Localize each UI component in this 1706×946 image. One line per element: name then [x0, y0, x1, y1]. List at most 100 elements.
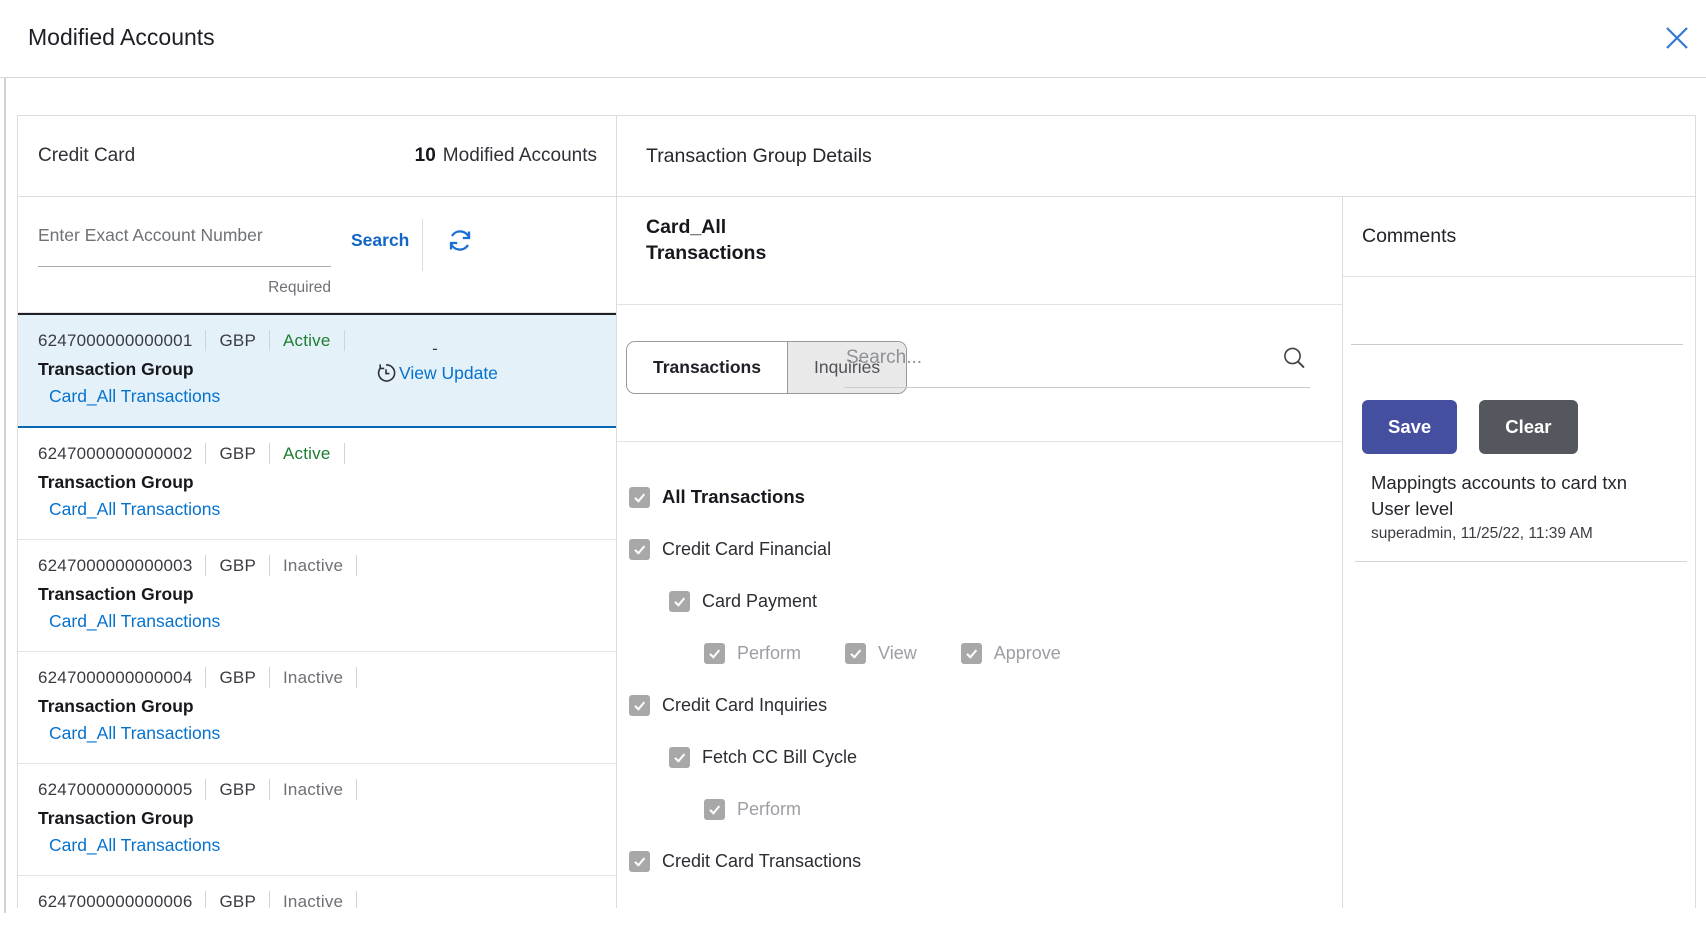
close-icon[interactable] [1662, 24, 1692, 54]
account-summary-row: 6247000000000003 GBP Inactive [38, 555, 616, 576]
checkbox-checked[interactable] [961, 643, 982, 664]
account-number: 6247000000000006 [38, 892, 192, 909]
account-list-item[interactable]: 6247000000000006 GBP Inactive [18, 876, 616, 908]
account-list-item[interactable]: 6247000000000001 GBP Active Transaction … [18, 313, 616, 428]
separator [356, 555, 357, 576]
details-panel-title: Transaction Group Details [617, 116, 1695, 196]
separator [356, 667, 357, 688]
comment-text: Mappingts accounts to card txn User leve… [1371, 470, 1629, 522]
account-list-item[interactable]: 6247000000000002 GBP Active Transaction … [18, 428, 616, 540]
count-label: Modified Accounts [443, 145, 597, 166]
modified-accounts-card: Credit Card 10Modified Accounts Transact… [17, 115, 1696, 908]
account-list: 6247000000000001 GBP Active Transaction … [18, 313, 616, 908]
group-name: Card_All Transactions [646, 214, 781, 266]
search-button[interactable]: Search [351, 230, 409, 251]
account-number: 6247000000000005 [38, 780, 192, 800]
transaction-group-link[interactable]: Card_All Transactions [49, 386, 220, 407]
checkbox-checked[interactable] [629, 695, 650, 716]
separator [269, 555, 270, 576]
account-currency: GBP [219, 556, 256, 576]
tree-row: Card Payment [629, 591, 1342, 612]
save-button[interactable]: Save [1362, 400, 1457, 454]
account-type-header: Credit Card 10Modified Accounts [18, 116, 617, 196]
history-clock-icon [374, 361, 398, 385]
comment-meta: superadmin, 11/25/22, 11:39 AM [1371, 525, 1687, 543]
account-number-input[interactable] [38, 225, 331, 267]
comments-panel: Comments Save Clear Mappingts accounts t… [1343, 197, 1695, 908]
clear-button[interactable]: Clear [1479, 400, 1577, 454]
transaction-group-link[interactable]: Card_All Transactions [49, 835, 220, 856]
tree-row: Credit Card Financial [629, 539, 1342, 560]
checkbox-label: All Transactions [662, 486, 805, 508]
checkbox-label: Credit Card Transactions [662, 851, 861, 872]
account-number: 6247000000000003 [38, 556, 192, 576]
transaction-group-label: Transaction Group [38, 808, 616, 829]
transaction-tree: All Transactions Credit Card Financial C… [617, 442, 1342, 872]
account-summary-row: 6247000000000002 GBP Active [38, 443, 616, 464]
account-status: Active [283, 331, 331, 351]
checkbox-checked[interactable] [629, 851, 650, 872]
transaction-group-label: Transaction Group [38, 359, 616, 380]
account-currency: GBP [219, 780, 256, 800]
separator [205, 779, 206, 800]
transaction-group-link[interactable]: Card_All Transactions [49, 499, 220, 520]
checkbox-label: Credit Card Inquiries [662, 695, 827, 716]
account-status: Inactive [283, 668, 343, 688]
comment-history: Mappingts accounts to card txn User leve… [1355, 470, 1687, 562]
account-currency: GBP [219, 444, 256, 464]
tab-transactions[interactable]: Transactions [627, 342, 788, 393]
separator [269, 443, 270, 464]
account-list-item[interactable]: 6247000000000005 GBP Inactive Transactio… [18, 764, 616, 876]
account-status: Active [283, 444, 331, 464]
checkbox-checked[interactable] [629, 539, 650, 560]
details-controls: Transactions Inquiries [617, 305, 1342, 442]
checkbox-checked[interactable] [629, 487, 650, 508]
account-currency: GBP [219, 668, 256, 688]
separator [205, 891, 206, 908]
transaction-search-input[interactable] [844, 345, 1264, 387]
modal-title: Modified Accounts [28, 24, 215, 51]
transaction-group-label: Transaction Group [38, 696, 616, 717]
approval-status: - [413, 339, 457, 359]
account-summary-row: 6247000000000006 GBP Inactive [38, 891, 616, 908]
separator [344, 330, 345, 351]
checkbox-checked[interactable] [845, 643, 866, 664]
tree-row: Perform View Approve [629, 643, 1342, 664]
separator [269, 667, 270, 688]
checkbox-checked[interactable] [669, 747, 690, 768]
account-currency: GBP [219, 331, 256, 351]
checkbox-label: Credit Card Financial [662, 539, 831, 560]
account-search-section: Required Search [18, 197, 616, 313]
account-summary-row: 6247000000000001 GBP Active [38, 330, 616, 351]
separator [269, 891, 270, 908]
comment-input-area [1351, 277, 1683, 345]
comment-entry: Mappingts accounts to card txn User leve… [1355, 470, 1687, 562]
account-list-item[interactable]: 6247000000000003 GBP Inactive Transactio… [18, 540, 616, 652]
separator [269, 779, 270, 800]
transaction-group-link[interactable]: Card_All Transactions [49, 611, 220, 632]
comment-input[interactable] [1351, 277, 1683, 344]
page-edge-line [4, 0, 6, 913]
account-summary-row: 6247000000000004 GBP Inactive [38, 667, 616, 688]
checkbox-label: Card Payment [702, 591, 817, 612]
card-header: Credit Card 10Modified Accounts Transact… [18, 116, 1695, 197]
modal-header: Modified Accounts [0, 0, 1706, 78]
checkbox-checked[interactable] [704, 643, 725, 664]
separator [205, 555, 206, 576]
search-divider [422, 219, 423, 271]
account-status: Inactive [283, 892, 343, 909]
checkbox-checked[interactable] [669, 591, 690, 612]
view-update-label: View Update [399, 363, 498, 384]
view-update-link[interactable]: View Update [374, 361, 498, 385]
checkbox-checked[interactable] [704, 799, 725, 820]
separator [356, 891, 357, 908]
account-currency: GBP [219, 892, 256, 909]
refresh-icon[interactable] [442, 223, 478, 259]
search-magnifier-icon [1281, 345, 1308, 377]
checkbox-label: Approve [994, 643, 1061, 664]
transaction-group-link[interactable]: Card_All Transactions [49, 723, 220, 744]
separator [269, 330, 270, 351]
account-status: Inactive [283, 556, 343, 576]
count-value: 10 [415, 145, 436, 166]
account-list-item[interactable]: 6247000000000004 GBP Inactive Transactio… [18, 652, 616, 764]
